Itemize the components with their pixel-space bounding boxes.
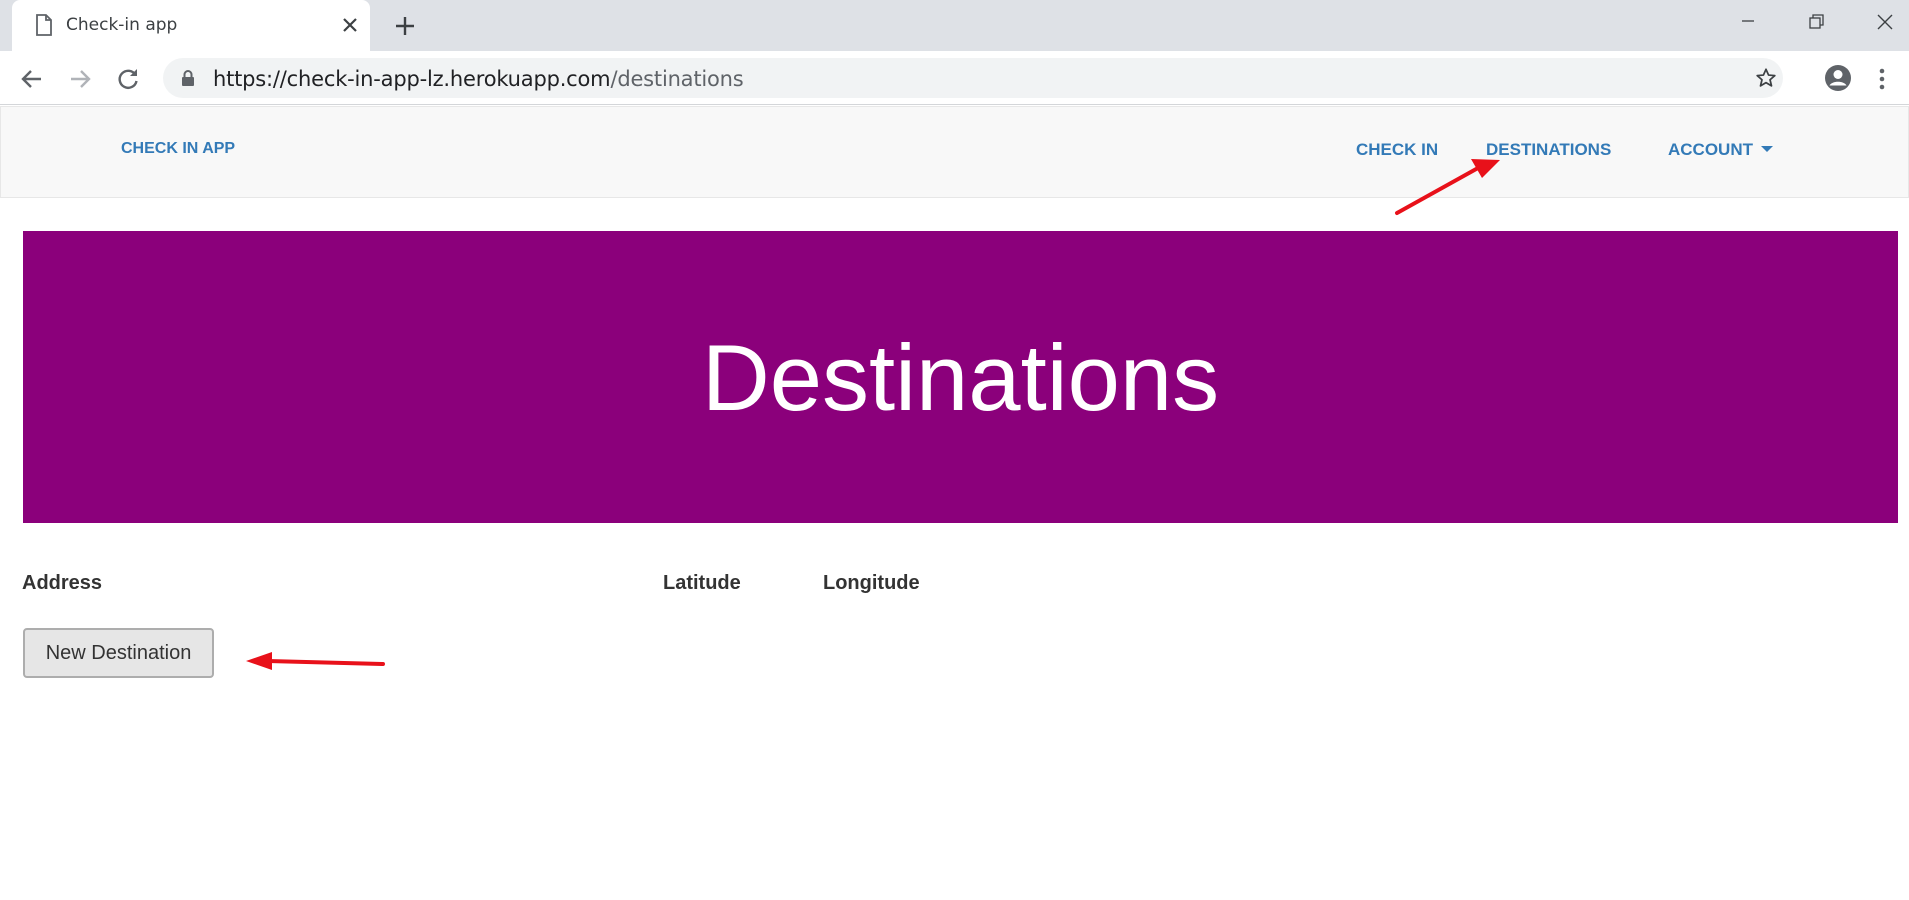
document-icon bbox=[36, 14, 52, 36]
url-host: https://check-in-app-lz.herokuapp.com bbox=[213, 67, 611, 91]
url-text[interactable]: https://check-in-app-lz.herokuapp.com/de… bbox=[213, 67, 744, 91]
restore-icon[interactable] bbox=[1796, 8, 1836, 36]
account-label: ACCOUNT bbox=[1668, 140, 1753, 159]
kebab-menu-icon[interactable] bbox=[1876, 65, 1888, 93]
nav-link-destinations[interactable]: DESTINATIONS bbox=[1486, 140, 1611, 160]
address-bar[interactable]: https://check-in-app-lz.herokuapp.com/de… bbox=[163, 58, 1783, 98]
forward-arrow-icon[interactable] bbox=[66, 65, 94, 93]
minimize-icon[interactable] bbox=[1728, 8, 1768, 36]
window-close-icon[interactable] bbox=[1864, 8, 1904, 36]
browser-toolbar: https://check-in-app-lz.herokuapp.com/de… bbox=[0, 51, 1909, 105]
page-title: Destinations bbox=[701, 325, 1220, 430]
table-header-address: Address bbox=[22, 572, 103, 594]
lock-icon bbox=[182, 70, 194, 86]
browser-tab-strip: Check-in app bbox=[0, 0, 1909, 51]
table-header-longitude: Longitude bbox=[823, 572, 920, 594]
url-path: /destinations bbox=[610, 67, 744, 91]
bookmark-star-icon[interactable] bbox=[1755, 67, 1777, 89]
back-arrow-icon[interactable] bbox=[18, 65, 46, 93]
nav-link-account[interactable]: ACCOUNT bbox=[1668, 140, 1773, 160]
new-destination-button[interactable]: New Destination bbox=[23, 628, 214, 678]
page-banner: Destinations bbox=[23, 231, 1898, 523]
brand-link[interactable]: CHECK IN APP bbox=[121, 140, 235, 158]
app-navbar: CHECK IN APP CHECK IN DESTINATIONS ACCOU… bbox=[0, 106, 1909, 198]
new-tab-icon[interactable] bbox=[392, 13, 418, 39]
table-header-latitude: Latitude bbox=[663, 572, 741, 594]
nav-link-check-in[interactable]: CHECK IN bbox=[1356, 140, 1438, 160]
close-tab-icon[interactable] bbox=[339, 14, 361, 36]
caret-down-icon bbox=[1761, 146, 1773, 152]
reload-icon[interactable] bbox=[114, 65, 142, 93]
browser-tab[interactable]: Check-in app bbox=[12, 0, 370, 51]
profile-avatar-icon[interactable] bbox=[1824, 64, 1852, 92]
tab-title: Check-in app bbox=[66, 15, 178, 35]
arrow-to-new-destination-icon bbox=[246, 652, 385, 670]
